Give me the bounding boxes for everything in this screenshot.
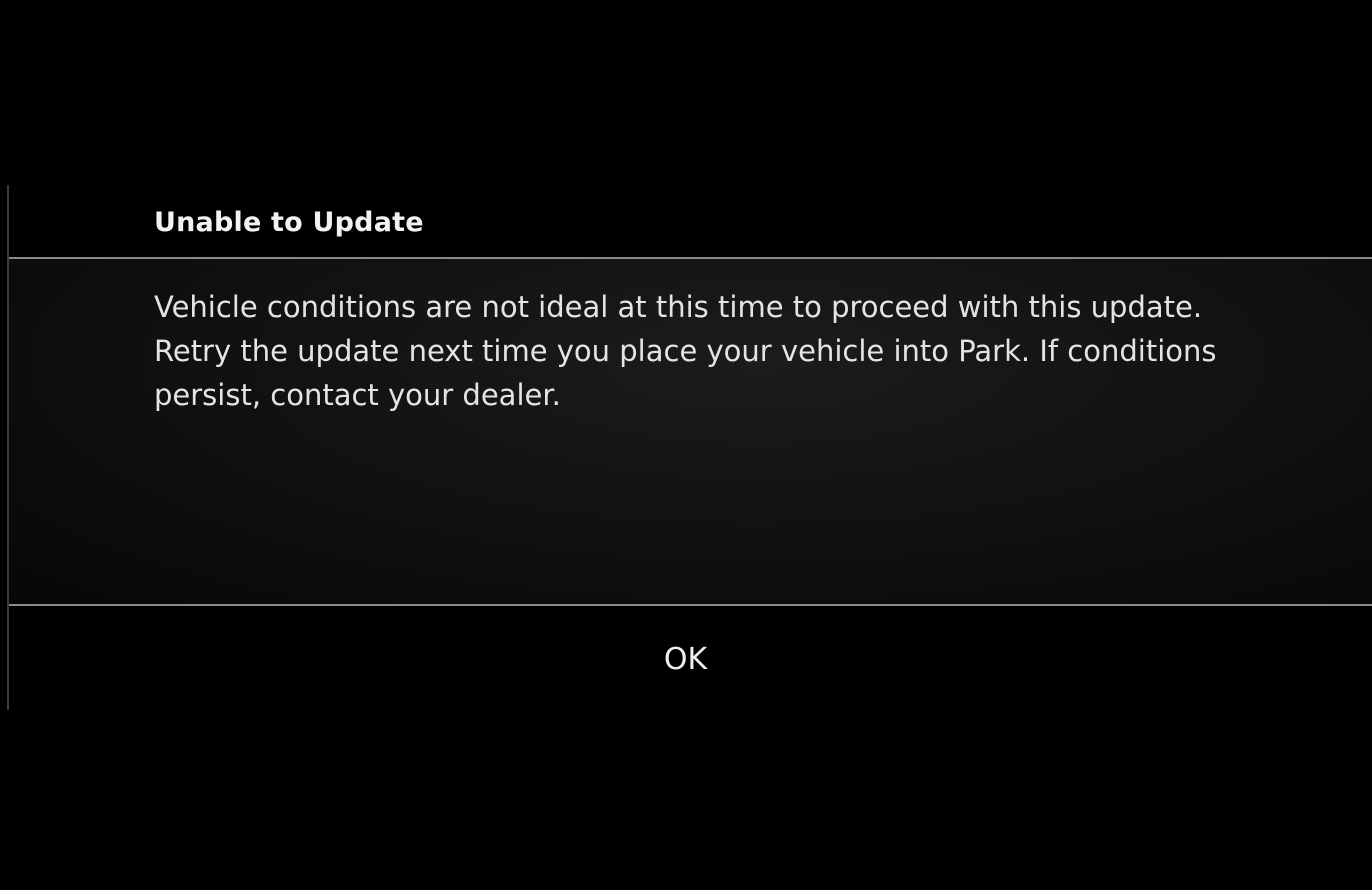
update-error-dialog: Unable to Update Vehicle conditions are … xyxy=(7,185,1372,710)
dialog-message: Vehicle conditions are not ideal at this… xyxy=(154,290,1217,412)
dialog-header: Unable to Update xyxy=(9,185,1372,257)
infotainment-screen: Unable to Update Vehicle conditions are … xyxy=(0,0,1372,890)
ok-button[interactable]: OK xyxy=(9,606,1372,710)
ok-button-label: OK xyxy=(663,642,708,677)
dialog-body: Vehicle conditions are not ideal at this… xyxy=(9,259,1372,604)
dialog-footer: OK xyxy=(9,606,1372,710)
dialog-title: Unable to Update xyxy=(154,207,424,238)
